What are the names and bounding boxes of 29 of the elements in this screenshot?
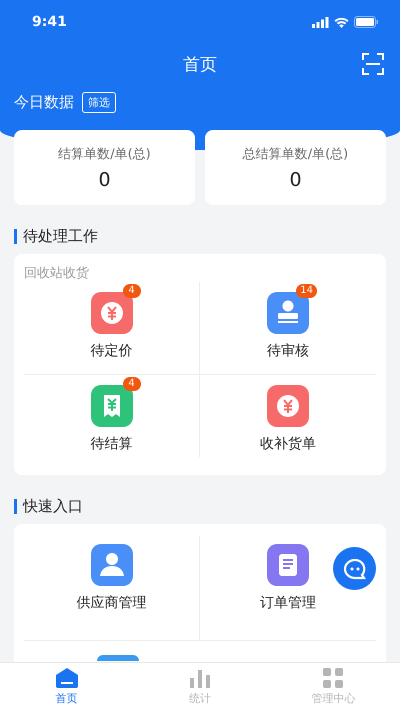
battery-icon — [354, 16, 378, 28]
section-label: 今日数据 — [14, 93, 74, 112]
chat-icon — [342, 558, 366, 580]
page-title: 首页 — [183, 54, 217, 76]
filter-button[interactable]: 筛选 — [82, 92, 116, 113]
count-badge: 4 — [122, 377, 140, 391]
status-time: 9:41 — [32, 14, 67, 30]
count-badge: 14 — [296, 284, 317, 298]
stat-value: 0 — [289, 168, 302, 190]
scan-icon[interactable] — [362, 53, 384, 75]
grid-icon — [323, 668, 344, 688]
wifi-icon — [334, 16, 349, 28]
stat-label: 结算单数/单(总) — [58, 146, 151, 162]
signal-icon — [312, 16, 329, 28]
section-title: 待处理工作 — [23, 227, 98, 246]
tile-icon — [97, 655, 139, 661]
section-title: 快速入口 — [23, 497, 83, 516]
bar-chart-icon — [188, 668, 211, 688]
stat-label: 总结算单数/单(总) — [242, 146, 348, 162]
task-tile[interactable]: 收补货单 — [200, 375, 376, 457]
stat-value: 0 — [98, 168, 111, 190]
task-tile[interactable]: 4 待定价 — [24, 282, 200, 375]
home-icon — [56, 668, 78, 688]
card-subtitle: 回收站收货 — [24, 265, 90, 282]
task-tile[interactable]: 14 待审核 — [200, 282, 376, 375]
task-tile[interactable]: 4 待结算 — [24, 375, 200, 457]
tab[interactable]: 首页 — [0, 663, 134, 711]
shortcut-tile[interactable]: 供应商管理 — [24, 536, 200, 641]
count-badge: 4 — [122, 284, 140, 298]
